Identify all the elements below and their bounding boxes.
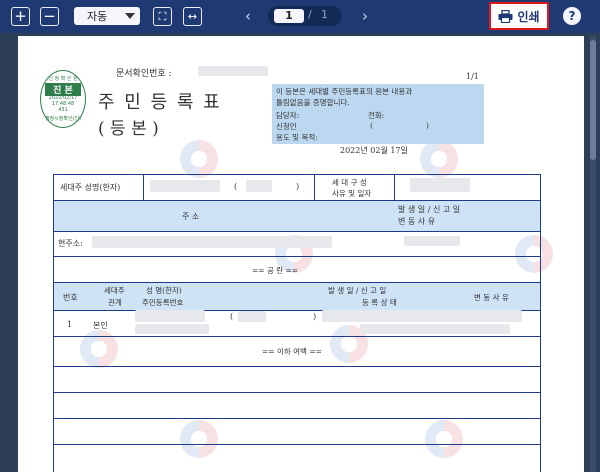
seal-code: 431 bbox=[58, 107, 68, 113]
redacted-member-status bbox=[360, 324, 510, 334]
phone-label: 전화: bbox=[368, 111, 385, 120]
name-header-1: 성 명(한자) bbox=[146, 286, 182, 295]
household-head-label: 세대주 성명(한자) bbox=[60, 183, 121, 192]
fit-page-button[interactable]: ⛶ bbox=[153, 7, 172, 26]
chevron-down-icon bbox=[125, 13, 135, 19]
table-line bbox=[394, 174, 395, 200]
relation-header-1: 세대주 bbox=[104, 286, 125, 295]
chevron-left-icon: ‹ bbox=[245, 7, 251, 25]
redacted-address bbox=[92, 236, 332, 248]
page-indicator: 1 / 1 bbox=[268, 6, 342, 26]
watermark-emblem bbox=[180, 420, 218, 458]
certify-text-line1: 이 등본은 세대별 주민등록표의 원본 내용과 bbox=[276, 87, 413, 96]
certification-seal: 신 청 확 인 원 진 본 2022/02/17 17:48:48 431 행정… bbox=[40, 70, 86, 128]
member-header-row bbox=[54, 283, 540, 310]
blank-row-text: == 공 란 == bbox=[252, 266, 299, 275]
table-line bbox=[53, 444, 540, 445]
viewer-toolbar: + − 자동 ⛶ ↔ ‹ 1 / 1 › 인쇄 ? bbox=[0, 0, 600, 33]
manager-label: 담당자: bbox=[276, 111, 300, 120]
watermark-emblem bbox=[425, 420, 463, 458]
redacted-member-hanja bbox=[238, 311, 266, 322]
redacted-member-name bbox=[135, 310, 205, 322]
table-line bbox=[53, 336, 540, 337]
redacted-head-hanja bbox=[246, 180, 272, 192]
fit-width-icon: ↔ bbox=[187, 10, 198, 23]
member-date-header-1: 발 생 일 / 신 고 일 bbox=[328, 286, 387, 295]
document-title: 주 민 등 록 표 bbox=[98, 92, 222, 113]
table-line bbox=[314, 174, 315, 200]
table-line bbox=[53, 174, 540, 175]
table-line bbox=[143, 174, 144, 200]
fit-width-button[interactable]: ↔ bbox=[183, 7, 202, 26]
zoom-in-button[interactable]: + bbox=[11, 7, 30, 26]
watermark-emblem bbox=[515, 235, 553, 273]
prev-page-button[interactable]: ‹ bbox=[243, 8, 253, 24]
document-subtitle: ( 등 본 ) bbox=[98, 119, 159, 139]
table-line bbox=[53, 256, 540, 257]
scrollbar-thumb[interactable] bbox=[590, 40, 596, 160]
redacted-member-date bbox=[322, 310, 522, 322]
chevron-right-icon: › bbox=[362, 7, 368, 25]
print-button[interactable]: 인쇄 bbox=[489, 2, 549, 30]
certify-text-line2: 틀림없음을 증명합니다. bbox=[276, 98, 350, 107]
watermark-emblem bbox=[420, 140, 458, 178]
redacted-address-date bbox=[404, 236, 460, 246]
seal-bottom-text: 행정시정확인(인) bbox=[44, 116, 82, 122]
member-no-header: 번호 bbox=[63, 293, 78, 302]
fit-page-icon: ⛶ bbox=[158, 10, 167, 23]
question-icon: ? bbox=[568, 9, 576, 23]
watermark-emblem bbox=[180, 140, 218, 178]
address-column-header: 주 소 bbox=[182, 212, 200, 221]
member-date-header-2: 등 록 상 태 bbox=[362, 298, 397, 307]
zoom-select-value: 자동 bbox=[87, 10, 108, 23]
address-header-row bbox=[54, 201, 540, 231]
issue-date: 2022년 02월 17일 bbox=[340, 146, 408, 155]
member-relation: 본인 bbox=[93, 321, 108, 330]
next-page-button[interactable]: › bbox=[360, 8, 370, 24]
table-line bbox=[540, 174, 541, 472]
redacted-doc-number bbox=[198, 66, 268, 76]
print-label: 인쇄 bbox=[517, 9, 540, 24]
page-count: 1/1 bbox=[466, 72, 479, 81]
current-address-label: 현주소: bbox=[58, 239, 83, 248]
printer-icon bbox=[498, 9, 513, 23]
zoom-out-button[interactable]: − bbox=[40, 7, 59, 26]
member-paren-close: ) bbox=[313, 312, 317, 321]
purpose-label: 용도 및 목적: bbox=[276, 133, 318, 142]
table-line bbox=[53, 231, 540, 232]
applicant-paren-close: ) bbox=[426, 121, 429, 130]
end-of-record-text: == 이하 여백 == bbox=[262, 347, 322, 356]
applicant-label: 신청인 bbox=[276, 122, 297, 131]
member-no: 1 bbox=[67, 320, 73, 329]
applicant-paren-open: ( bbox=[370, 121, 373, 130]
redacted-composition bbox=[410, 178, 470, 192]
head-paren-open: ( bbox=[234, 182, 238, 191]
composition-label-2: 사유 및 일자 bbox=[332, 189, 372, 198]
total-pages: 1 bbox=[321, 8, 328, 21]
page-separator: / bbox=[308, 8, 312, 21]
change-column-header: 변 동 사 유 bbox=[398, 217, 436, 226]
current-page-input[interactable]: 1 bbox=[274, 9, 304, 23]
doc-number-label: 문서확인번호 : bbox=[116, 69, 172, 79]
relation-header-2: 관계 bbox=[108, 298, 122, 307]
seal-top-text: 신 청 확 인 원 bbox=[48, 76, 78, 82]
redacted-head-name bbox=[150, 180, 220, 192]
date-column-header: 발 생 일 / 신 고 일 bbox=[398, 205, 461, 214]
member-change-header: 변 동 사 유 bbox=[474, 293, 509, 302]
member-paren-open: ( bbox=[230, 312, 234, 321]
table-line bbox=[53, 392, 540, 393]
table-line bbox=[53, 418, 540, 419]
vertical-scrollbar[interactable] bbox=[590, 36, 596, 472]
help-button[interactable]: ? bbox=[563, 7, 581, 25]
zoom-select[interactable]: 자동 bbox=[74, 7, 140, 25]
redacted-resident-number bbox=[135, 324, 209, 334]
name-header-2: 주민등록번호 bbox=[142, 298, 184, 307]
table-line bbox=[53, 366, 540, 367]
head-paren-close: ) bbox=[296, 182, 300, 191]
composition-label-1: 세 대 구 성 bbox=[332, 178, 367, 187]
